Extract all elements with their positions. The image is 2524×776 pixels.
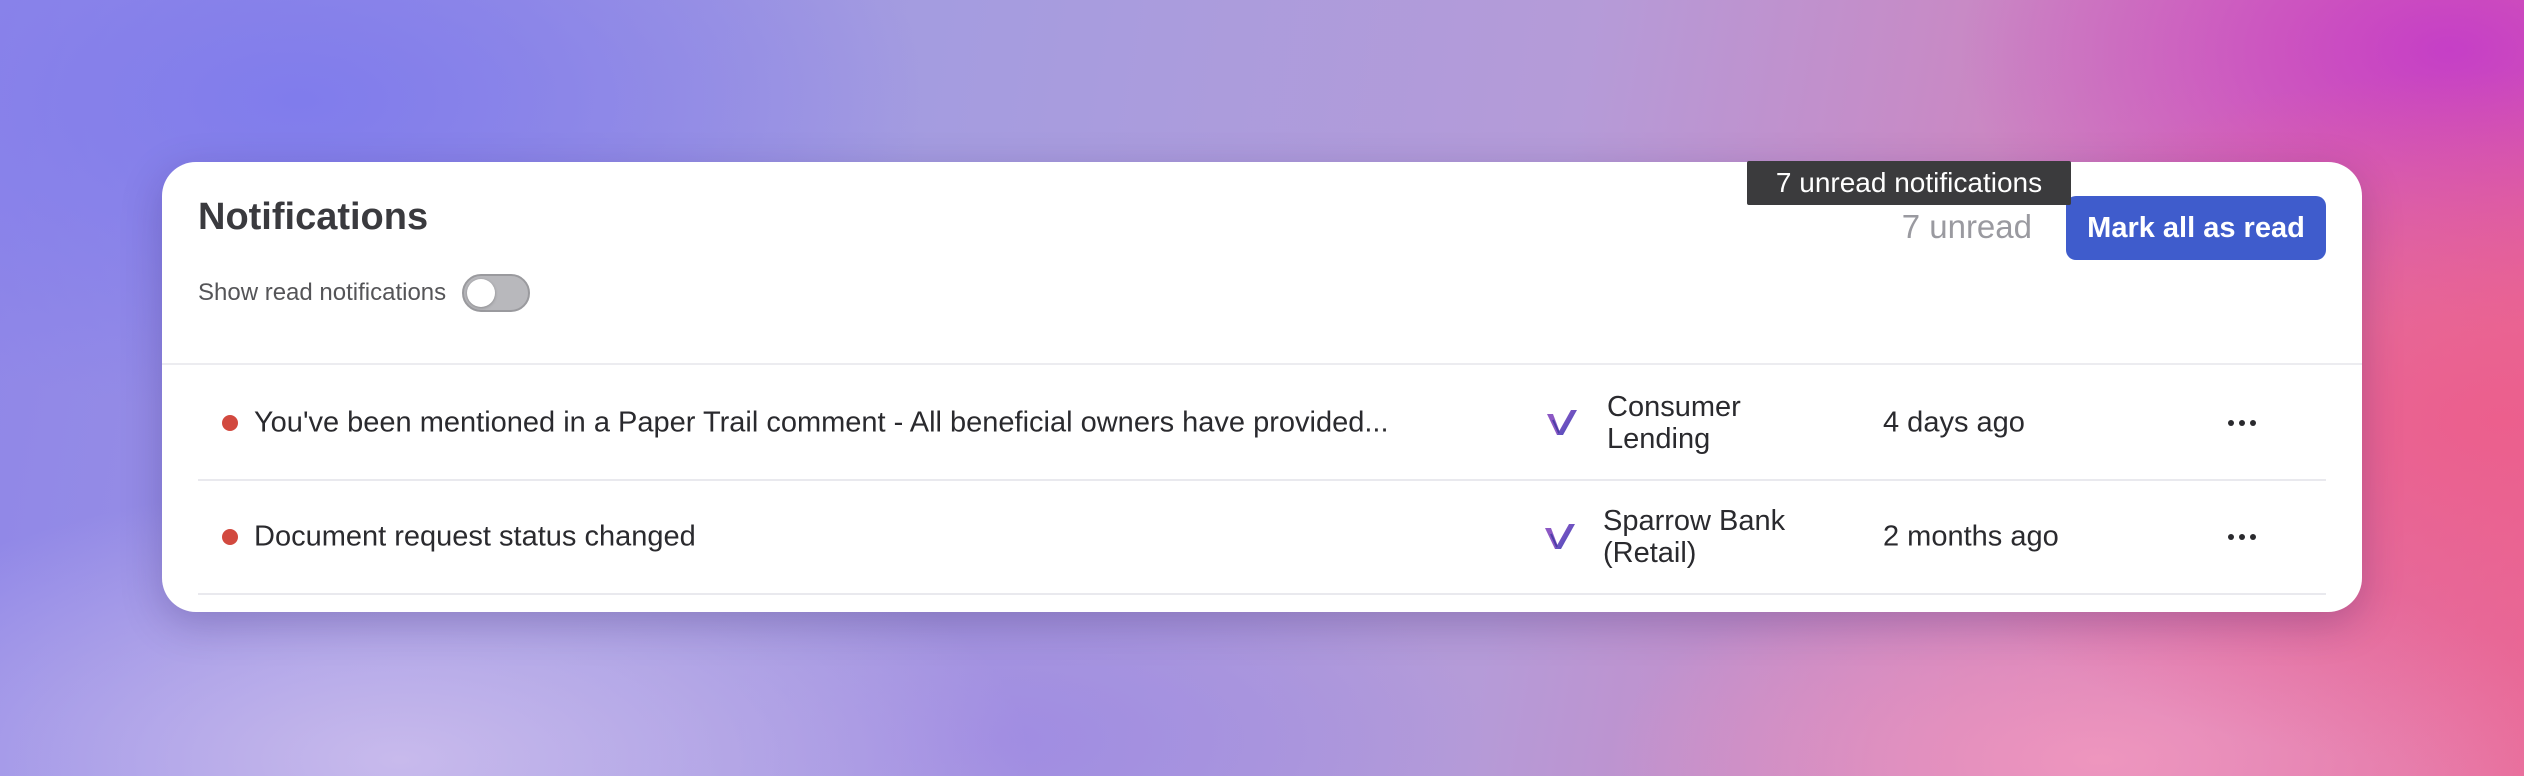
notification-row[interactable]: Document request status changed Sparrow … <box>198 481 2326 595</box>
organization-name: Consumer Lending <box>1607 391 1837 455</box>
v-logo-icon <box>1547 410 1577 435</box>
show-read-label: Show read notifications <box>198 279 447 306</box>
notification-title[interactable]: Document request status changed <box>254 521 696 554</box>
v-logo-icon <box>1545 524 1575 549</box>
unread-dot <box>222 415 238 431</box>
mark-all-read-button[interactable]: Mark all as read <box>2066 196 2326 260</box>
page-title: Notifications <box>198 196 429 238</box>
more-horizontal-icon <box>2228 420 2234 426</box>
notification-time: 4 days ago <box>1883 406 2025 439</box>
org-name-line2: Lending <box>1607 423 1711 455</box>
notification-title[interactable]: You've been mentioned in a Paper Trail c… <box>254 407 1389 440</box>
toggle-knob <box>467 279 496 307</box>
notification-time: 2 months ago <box>1883 520 2059 553</box>
org-name-line1: Sparrow Bank <box>1603 505 1786 537</box>
unread-tooltip: 7 unread notifications <box>1747 161 2071 205</box>
notifications-panel: Notifications Show read notifications 7 … <box>162 162 2362 612</box>
notification-row[interactable]: You've been mentioned in a Paper Trail c… <box>198 367 2326 481</box>
unread-count: 7 unread <box>1901 208 2032 245</box>
more-options-button[interactable] <box>2220 521 2264 553</box>
more-horizontal-icon <box>2228 534 2234 540</box>
more-options-button[interactable] <box>2220 407 2264 439</box>
org-name-line2: (Retail) <box>1603 537 1697 569</box>
org-name-line1: Consumer <box>1607 391 1741 423</box>
show-read-toggle[interactable] <box>462 274 531 312</box>
organization-name: Sparrow Bank (Retail) <box>1603 505 1833 569</box>
show-read-toggle-row: Show read notifications <box>198 274 531 312</box>
notification-list: You've been mentioned in a Paper Trail c… <box>198 367 2326 595</box>
unread-dot <box>222 529 238 545</box>
